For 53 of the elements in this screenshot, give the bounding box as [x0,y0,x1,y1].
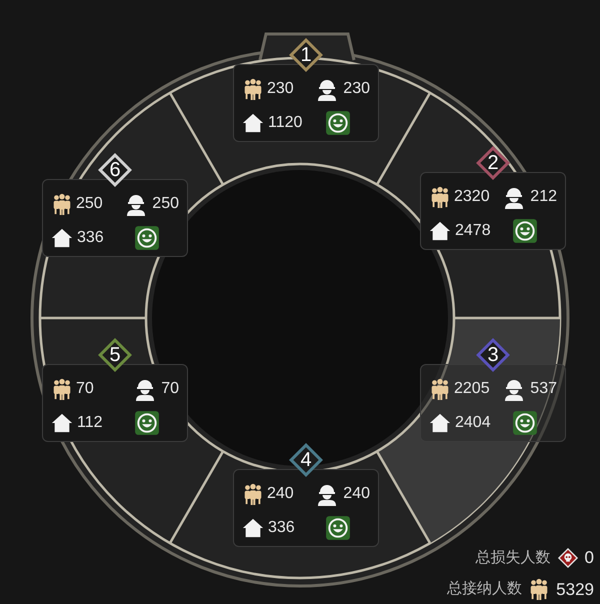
house-icon [429,412,451,434]
people-icon [429,378,451,400]
sector-number: 2 [487,153,499,173]
total-lost-value: 0 [584,547,594,569]
people-icon [242,482,264,504]
sector-card[interactable]: 240 240 336 [233,469,379,547]
sector-number: 5 [109,345,121,365]
house-icon [242,516,264,538]
total-lost-label: 总损失人数 [476,548,551,568]
smiley-face-icon [512,410,538,436]
worker-count: 230 [343,78,370,98]
house-icon [429,220,451,242]
house-icon [51,412,73,434]
sector-number: 3 [487,345,499,365]
worker-count: 70 [161,378,179,398]
people-icon [242,78,264,100]
smiley-face-icon [512,218,538,244]
sector-card[interactable]: 230 230 1120 [233,64,379,142]
population-count: 240 [267,484,294,504]
sector-number: 1 [300,45,312,65]
total-accepted-value: 5329 [556,578,594,600]
people-icon [51,192,73,214]
housing-count: 112 [77,412,103,432]
smiley-face-icon [134,224,160,250]
sector-card[interactable]: 2205 537 2404 [420,364,566,442]
smiley-face-icon [134,410,160,436]
sector-number: 4 [300,450,312,470]
housing-count: 2478 [455,220,491,240]
population-count: 230 [267,78,294,98]
worker-count: 250 [152,194,179,214]
smiley-face-icon [325,514,351,540]
people-icon [429,186,451,208]
housing-count: 336 [268,518,295,538]
worker-count: 212 [530,186,557,206]
house-icon [51,226,73,248]
total-accepted-label: 总接纳人数 [447,579,522,599]
housing-count: 2404 [455,412,491,432]
house-icon [242,112,264,134]
population-count: 2320 [454,186,490,206]
sector-card[interactable]: 70 70 112 [42,364,188,442]
people-icon [51,378,73,400]
housing-count: 336 [77,228,104,248]
worker-count: 537 [530,378,557,398]
sector-card[interactable]: 250 250 336 [42,179,188,257]
population-count: 70 [76,378,94,398]
people-icon [528,578,550,600]
housing-count: 1120 [268,112,302,132]
sector-card[interactable]: 2320 212 2478 [420,172,566,250]
sector-number: 6 [109,160,121,180]
worker-count: 240 [343,484,370,504]
population-count: 250 [76,194,103,214]
smiley-face-icon [325,110,351,136]
population-count: 2205 [454,378,490,398]
